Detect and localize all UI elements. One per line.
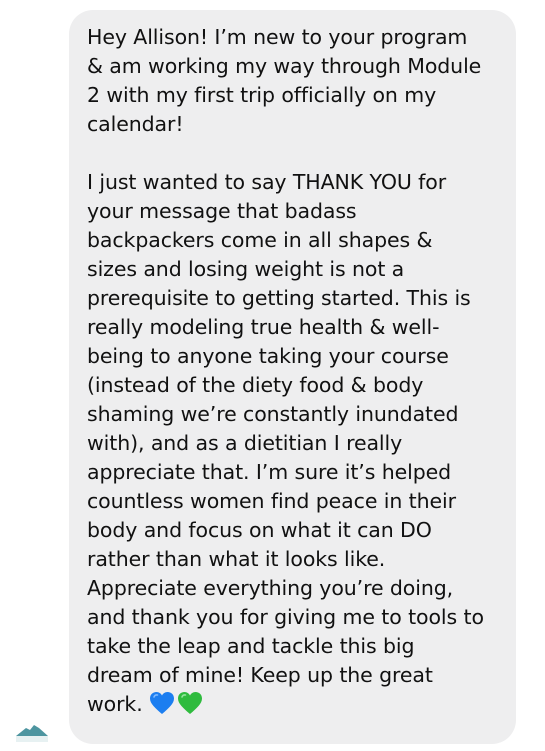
green-heart-icon xyxy=(177,691,203,723)
avatar[interactable] xyxy=(14,710,50,742)
message-paragraph-1: Hey Allison! I’m new to your program & a… xyxy=(87,25,482,136)
message-paragraph-2: I just wanted to say THANK YOU for your … xyxy=(87,168,504,723)
message-paragraph-2-text: I just wanted to say THANK YOU for your … xyxy=(87,170,484,716)
blue-heart-icon xyxy=(149,691,175,723)
message-bubble[interactable]: Hey Allison! I’m new to your program & a… xyxy=(69,10,516,744)
